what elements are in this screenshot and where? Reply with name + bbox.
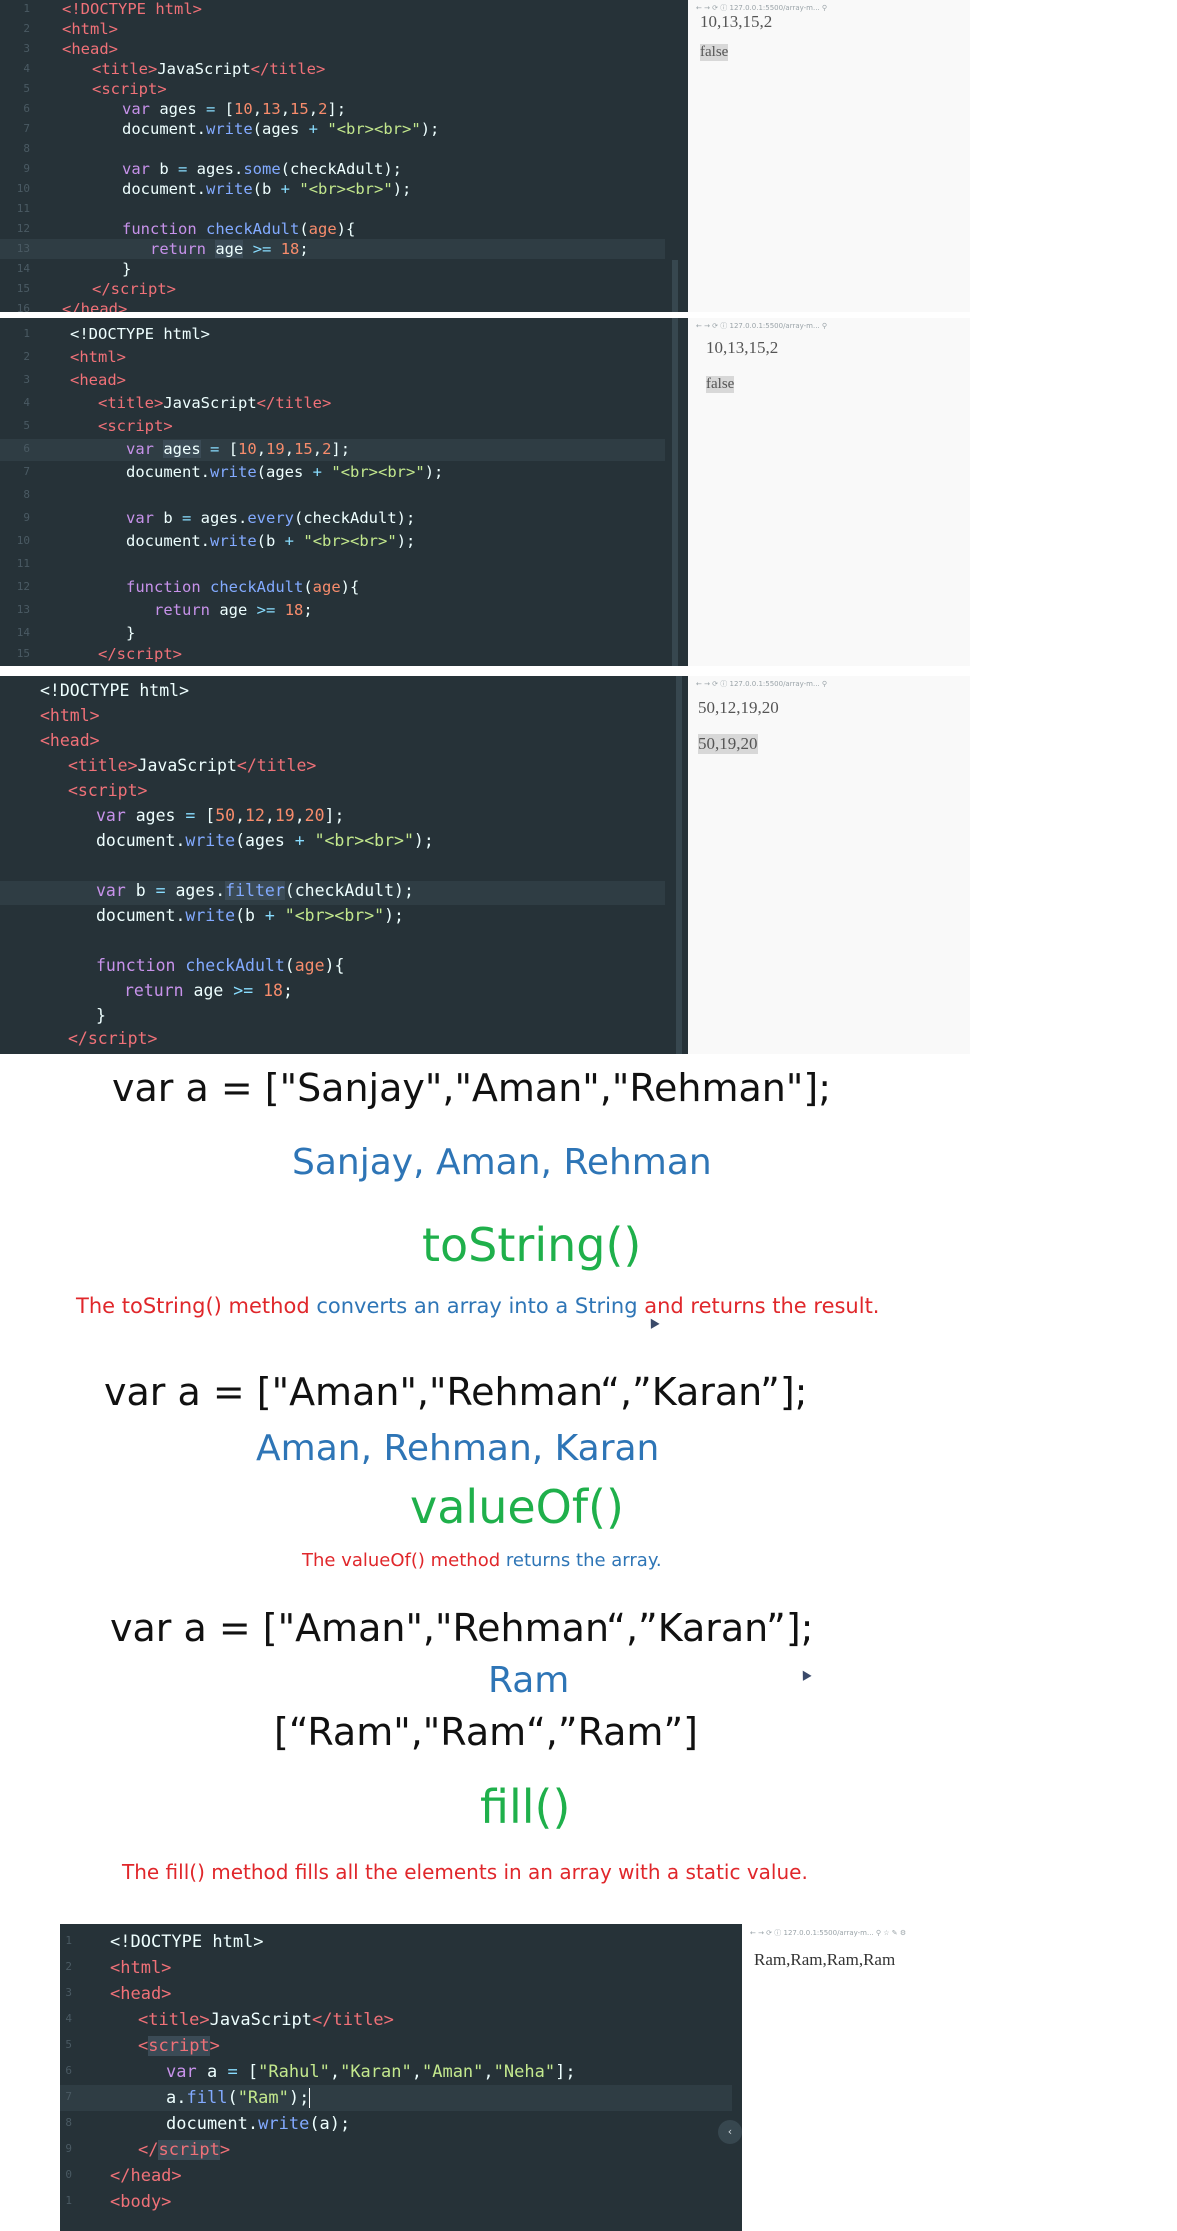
current-line-highlight [0,239,665,259]
slide-method-title: valueOf() [410,1480,624,1534]
code-line: } [126,624,136,642]
slide-tostring: var a = ["Sanjay","Aman","Rehman"]; Sanj… [30,1054,1110,1354]
browser-preview-some: ← → ⟳ ⓘ 127.0.0.1:5500/array-m... ⚲ 10,1… [688,0,970,312]
code-line: <body> [110,2192,172,2212]
slide-code: var a = ["Aman","Rehman“,”Karan”]; [110,1606,814,1650]
code-editor-some[interactable]: <!DOCTYPE html> <html> <head> <title>Jav… [0,0,688,312]
slide-description: The valueOf() method returns the array. [302,1550,662,1571]
line-number-gutter: 1 2 3 4 5 6 7 8 9 10 11 12 13 14 15 16 [16,2,30,312]
code-line: <script> [138,2036,220,2056]
slide-result: [“Ram","Ram“,”Ram”] [274,1710,698,1754]
slide-code: var a = ["Sanjay","Aman","Rehman"]; [112,1066,831,1110]
slide-description: The toString() method converts an array … [76,1294,880,1318]
code-line: function checkAdult(age){ [126,578,360,596]
slide-method-title: fill() [480,1780,571,1834]
code-line: <html> [70,348,126,366]
editor-scrollbar[interactable] [672,318,678,666]
slide-valueof: var a = ["Aman","Rehman“,”Karan”]; Aman,… [70,1354,1090,1604]
code-line: } [96,1006,106,1025]
mouse-cursor-icon [646,1316,660,1329]
code-line: var ages = [50,12,19,20]; [96,806,345,825]
slide-method-title: toString() [422,1218,642,1272]
address-bar[interactable]: ← → ⟳ ⓘ 127.0.0.1:5500/array-m... ⚲ [688,318,970,334]
code-line: <html> [40,706,100,725]
mouse-cursor-icon [798,1668,812,1681]
slide-result: Sanjay, Aman, Rehman [292,1142,712,1183]
code-line: <title>JavaScript</title> [98,394,332,412]
code-line: } [122,260,132,278]
code-line: var ages = [10,19,15,2]; [126,440,351,458]
code-line: <head> [62,40,118,58]
output-text: 10,13,15,2 [706,338,779,357]
code-line: function checkAdult(age){ [96,956,345,975]
code-line: <script> [98,417,173,435]
collapse-panel-icon[interactable]: ‹ [718,2120,742,2144]
browser-preview-filter: ← → ⟳ ⓘ 127.0.0.1:5500/array-m... ⚲ 50,1… [688,676,970,1054]
editor-scrollbar[interactable] [676,676,682,1054]
code-line: <html> [110,1958,172,1978]
code-line: </head> [110,2166,182,2186]
code-line: </script> [68,1029,158,1048]
code-line: var b = ages.filter(checkAdult); [96,881,414,900]
divider [0,666,970,676]
address-bar[interactable]: ← → ⟳ ⓘ 127.0.0.1:5500/array-m... ⚲ ☆ ✎ … [742,1924,1110,1942]
output-text: 10,13,15,2 [700,12,773,31]
code-line: document.write(b + "<br><br>"); [122,180,412,198]
code-line: <script> [68,781,148,800]
browser-preview-every: ← → ⟳ ⓘ 127.0.0.1:5500/array-m... ⚲ 10,1… [688,318,970,666]
slide-description: The fill() method fills all the elements… [122,1860,808,1884]
code-line: <!DOCTYPE html> [70,325,210,343]
code-line: </script> [98,645,182,663]
output-text: 50,19,20 [698,734,758,754]
code-line: <html> [62,20,118,38]
output-text: 50,12,19,20 [698,698,779,717]
code-line: var ages = [10,13,15,2]; [122,100,347,118]
code-line: var a = ["Rahul","Karan","Aman","Neha"]; [166,2062,576,2082]
code-line: <title>JavaScript</title> [68,756,317,775]
code-line: return age >= 18; [124,981,293,1000]
code-editor-fill[interactable]: <!DOCTYPE html> <html> <head> <title>Jav… [60,1924,742,2231]
code-line: </script> [138,2140,231,2160]
code-editor-every[interactable]: <!DOCTYPE html> <html> <head> <title>Jav… [0,318,688,666]
slide-code: var a = ["Aman","Rehman“,”Karan”]; [104,1370,808,1414]
code-line: var b = ages.every(checkAdult); [126,509,416,527]
code-line: document.write(ages + "<br><br>"); [96,831,434,850]
code-line: document.write(b + "<br><br>"); [96,906,404,925]
code-line: <title>JavaScript</title> [92,60,326,78]
output-text: false [706,376,735,393]
line-number-gutter: 1 2 3 4 5 6 7 8 9 0 1 [65,1934,72,2207]
code-line: document.write(ages + "<br><br>"); [126,463,444,481]
code-line: <head> [110,1984,172,2004]
output-text: Ram,Ram,Ram,Ram [754,1950,896,1969]
code-line: return age >= 18; [154,601,313,619]
code-line: <!DOCTYPE html> [62,0,202,18]
code-line: a.fill("Ram"); [166,2088,311,2108]
code-line: <!DOCTYPE html> [110,1932,264,1952]
editor-scrollbar[interactable] [672,260,678,312]
code-line: </head> [62,300,128,312]
code-line: return age >= 18; [150,240,309,258]
slide-result: Aman, Rehman, Karan [256,1428,660,1469]
line-number-gutter: 1 2 3 4 5 6 7 8 9 10 11 12 13 14 15 [16,327,30,660]
code-line: function checkAdult(age){ [122,220,356,238]
slide-fill: var a = ["Aman","Rehman“,”Karan”]; Ram [… [70,1604,1090,1904]
current-line-highlight [60,2085,732,2111]
code-line: <head> [70,371,126,389]
output-text: false [700,44,729,61]
code-line: </script> [92,280,176,298]
code-line: <head> [40,731,100,750]
code-line: <title>JavaScript</title> [138,2010,394,2030]
code-line: <!DOCTYPE html> [40,681,190,700]
code-editor-filter[interactable]: <!DOCTYPE html> <html> <head> <title>Jav… [0,676,688,1054]
code-line: var b = ages.some(checkAdult); [122,160,402,178]
code-line: document.write(a); [166,2114,351,2134]
code-line: <script> [92,80,167,98]
code-line: document.write(ages + "<br><br>"); [122,120,440,138]
slide-value: Ram [488,1660,570,1701]
address-bar[interactable]: ← → ⟳ ⓘ 127.0.0.1:5500/array-m... ⚲ [688,676,970,692]
code-line: document.write(b + "<br><br>"); [126,532,416,550]
browser-preview-fill: ← → ⟳ ⓘ 127.0.0.1:5500/array-m... ⚲ ☆ ✎ … [742,1924,1110,2231]
